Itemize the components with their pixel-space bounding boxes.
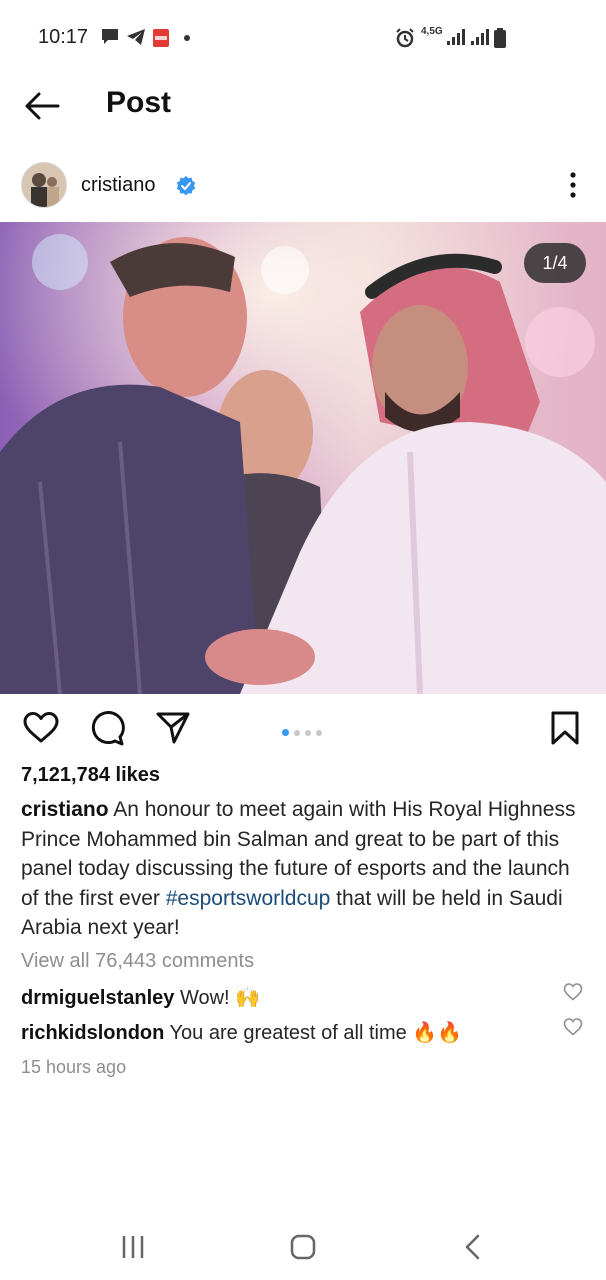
caption-username[interactable]: cristiano (21, 798, 109, 821)
post-timestamp: 15 hours ago (21, 1057, 127, 1077)
pdf-icon (153, 29, 169, 47)
comment-username[interactable]: drmiguelstanley (21, 987, 174, 1009)
recent-apps-icon (122, 1236, 144, 1258)
comment-item: drmiguelstanley Wow! 🙌 (21, 985, 260, 1010)
carousel-dot-active (282, 729, 289, 736)
telegram-icon (127, 29, 145, 45)
recent-apps-button[interactable] (114, 1230, 154, 1264)
carousel-dot (316, 730, 322, 736)
system-back-button[interactable] (454, 1230, 494, 1264)
page-title: Post (106, 86, 172, 119)
post-image[interactable] (0, 222, 606, 694)
like-button[interactable] (23, 710, 59, 746)
more-vertical-icon (570, 172, 576, 198)
verified-badge-icon (176, 176, 196, 196)
carousel-dot (305, 730, 311, 736)
status-bar: 10:17 4,5G (0, 0, 606, 74)
comment-text: Wow! 🙌 (179, 987, 261, 1009)
share-button[interactable] (155, 710, 191, 746)
comment-like-heart-icon[interactable] (563, 1017, 583, 1037)
status-time: 10:17 (38, 26, 89, 48)
caption-hashtag[interactable]: #esportsworldcup (166, 887, 331, 910)
message-icon (102, 29, 118, 44)
carousel-dot (294, 730, 300, 736)
bookmark-icon (551, 711, 579, 745)
comment-text: You are greatest of all time 🔥🔥 (169, 1022, 463, 1044)
avatar[interactable] (21, 162, 67, 208)
home-button[interactable] (283, 1230, 323, 1264)
likes-count[interactable]: 7,121,784 likes (21, 764, 160, 787)
avatar-image (22, 163, 66, 207)
more-options-button[interactable] (562, 170, 584, 200)
comment-item: richkidslondon You are greatest of all t… (21, 1020, 462, 1045)
alarm-icon (396, 28, 414, 48)
network-type: 4,5G (421, 26, 443, 37)
arrow-left-icon (25, 92, 60, 120)
comment-username[interactable]: richkidslondon (21, 1022, 164, 1044)
heart-icon (23, 712, 59, 743)
battery-icon (494, 28, 506, 48)
post-photo (0, 222, 606, 694)
view-all-comments-link[interactable]: View all 76,443 comments (21, 950, 254, 973)
carousel-indicator (282, 723, 327, 741)
post-username[interactable]: cristiano (81, 174, 155, 197)
comment-button[interactable] (89, 710, 125, 746)
back-button[interactable] (22, 88, 62, 124)
comment-like-heart-icon[interactable] (563, 982, 583, 1002)
signal-icon (447, 29, 465, 45)
send-icon (156, 712, 190, 744)
post-caption: cristiano An honour to meet again with H… (21, 795, 591, 943)
signal-icon-2 (471, 29, 489, 45)
notification-dot-icon (184, 35, 190, 41)
comment-icon (91, 711, 125, 746)
save-button[interactable] (549, 710, 581, 746)
home-icon (290, 1234, 316, 1260)
image-counter: 1/4 (524, 243, 586, 283)
chevron-left-icon (465, 1234, 480, 1260)
